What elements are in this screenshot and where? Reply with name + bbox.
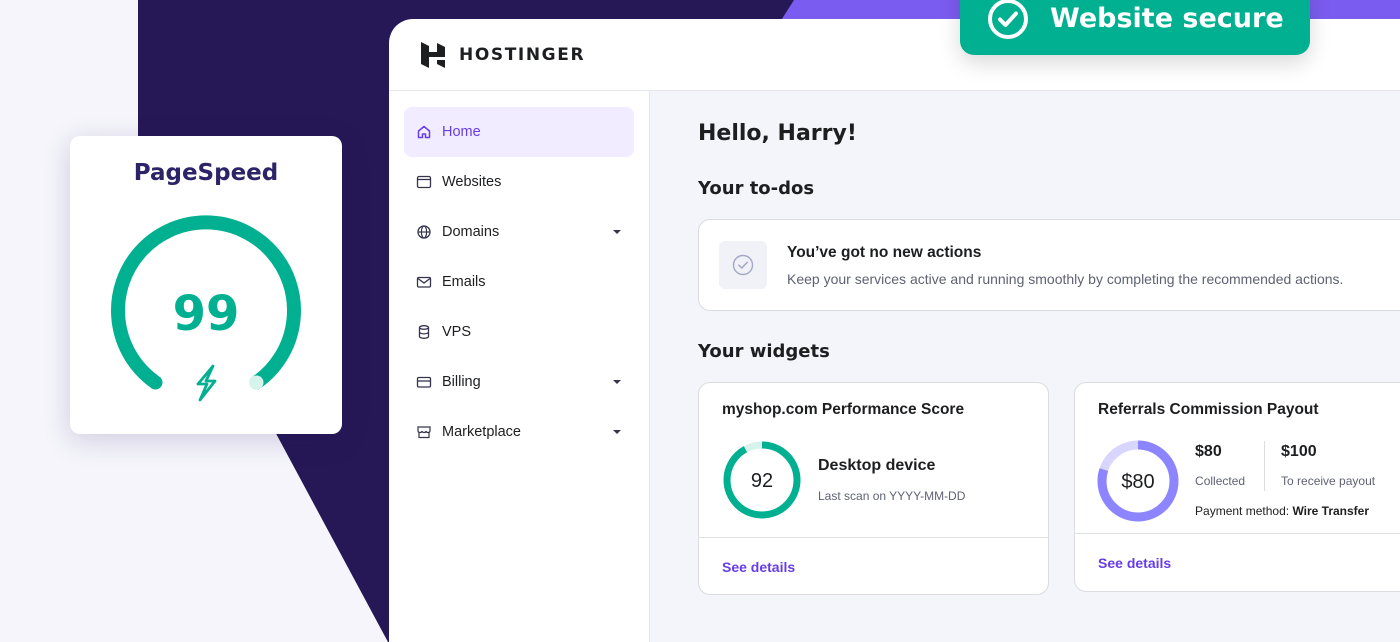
badge-text: Website secure	[1050, 3, 1284, 34]
collected-value: $80	[1195, 443, 1222, 460]
chevron-down-icon	[613, 430, 621, 434]
widgets-heading: Your widgets	[698, 341, 830, 362]
todo-card: You’ve got no new actions Keep your serv…	[698, 219, 1400, 311]
dashboard-panel: HOSTINGER Home Websites Domains Emails V…	[389, 19, 1400, 642]
performance-score: 92	[751, 470, 773, 492]
card-icon	[416, 374, 432, 390]
divider	[1264, 441, 1266, 491]
widget-title: Referrals Commission Payout	[1098, 401, 1319, 418]
device-label: Desktop device	[818, 457, 936, 474]
home-icon	[416, 124, 432, 140]
website-secure-badge: Website secure	[960, 0, 1310, 55]
pagespeed-title: PageSpeed	[133, 160, 279, 186]
browser-icon	[416, 174, 432, 190]
store-icon	[416, 424, 432, 440]
payout-progress-ring: $80	[1097, 440, 1179, 522]
sidebar-item-label: Marketplace	[442, 424, 521, 440]
server-icon	[416, 324, 432, 340]
todo-title: You’ve got no new actions	[787, 243, 982, 261]
sidebar-item-home[interactable]: Home	[404, 107, 634, 157]
pagespeed-card: PageSpeed 99	[70, 136, 342, 434]
widgets-row: myshop.com Performance Score 92 Desktop …	[698, 382, 1400, 595]
sidebar-item-label: Domains	[442, 224, 500, 240]
sidebar: Home Websites Domains Emails VPS Billing…	[389, 91, 650, 642]
gauge-end-marker	[249, 375, 264, 390]
sidebar-item-label: VPS	[442, 324, 472, 340]
lightning-icon	[196, 364, 217, 402]
sidebar-item-websites[interactable]: Websites	[404, 157, 634, 207]
mail-icon	[416, 274, 432, 290]
hostinger-logo-icon	[421, 41, 445, 68]
globe-icon	[416, 224, 432, 240]
payout-value: $100	[1281, 443, 1317, 460]
sidebar-item-label: Home	[442, 124, 481, 140]
payment-method-label: Payment method:	[1195, 504, 1290, 518]
collected-label: Collected	[1195, 474, 1246, 488]
page-title: Hello, Harry!	[698, 121, 857, 146]
last-scan: Last scan on YYYY-MM-DD	[818, 489, 966, 503]
sidebar-item-domains[interactable]: Domains	[404, 207, 634, 257]
todo-description: Keep your services active and running sm…	[787, 270, 1344, 287]
sidebar-item-label: Websites	[442, 174, 502, 190]
sidebar-item-label: Billing	[442, 374, 481, 390]
performance-score-ring: 92	[723, 441, 801, 519]
brand-name: HOSTINGER	[459, 44, 586, 65]
divider	[1075, 533, 1400, 534]
sidebar-item-vps[interactable]: VPS	[404, 307, 634, 357]
pagespeed-gauge: 99	[111, 215, 301, 402]
performance-widget: myshop.com Performance Score 92 Desktop …	[698, 382, 1050, 595]
main-content: Hello, Harry! Your to-dos You’ve got no …	[650, 91, 1400, 642]
referrals-widget: Referrals Commission Payout $80 $80 Coll…	[1074, 382, 1400, 592]
chevron-down-icon	[613, 230, 621, 234]
see-details-link[interactable]: See details	[1098, 555, 1171, 571]
chevron-down-icon	[613, 380, 621, 384]
payment-method: Payment method: Wire Transfer	[1195, 504, 1369, 518]
see-details-link[interactable]: See details	[722, 559, 795, 575]
todos-heading: Your to-dos	[698, 178, 815, 199]
payment-method-value: Wire Transfer	[1292, 504, 1370, 518]
widget-title: myshop.com Performance Score	[722, 401, 965, 418]
sidebar-item-label: Emails	[442, 274, 486, 290]
pagespeed-score: 99	[173, 286, 240, 342]
sidebar-item-billing[interactable]: Billing	[404, 357, 634, 407]
sidebar-item-emails[interactable]: Emails	[404, 257, 634, 307]
check-circle-icon	[719, 241, 767, 289]
check-circle-icon	[988, 0, 1028, 39]
divider	[699, 537, 1049, 538]
payout-amount: $80	[1121, 471, 1154, 493]
sidebar-item-marketplace[interactable]: Marketplace	[404, 407, 634, 457]
payout-label: To receive payout	[1281, 474, 1376, 488]
